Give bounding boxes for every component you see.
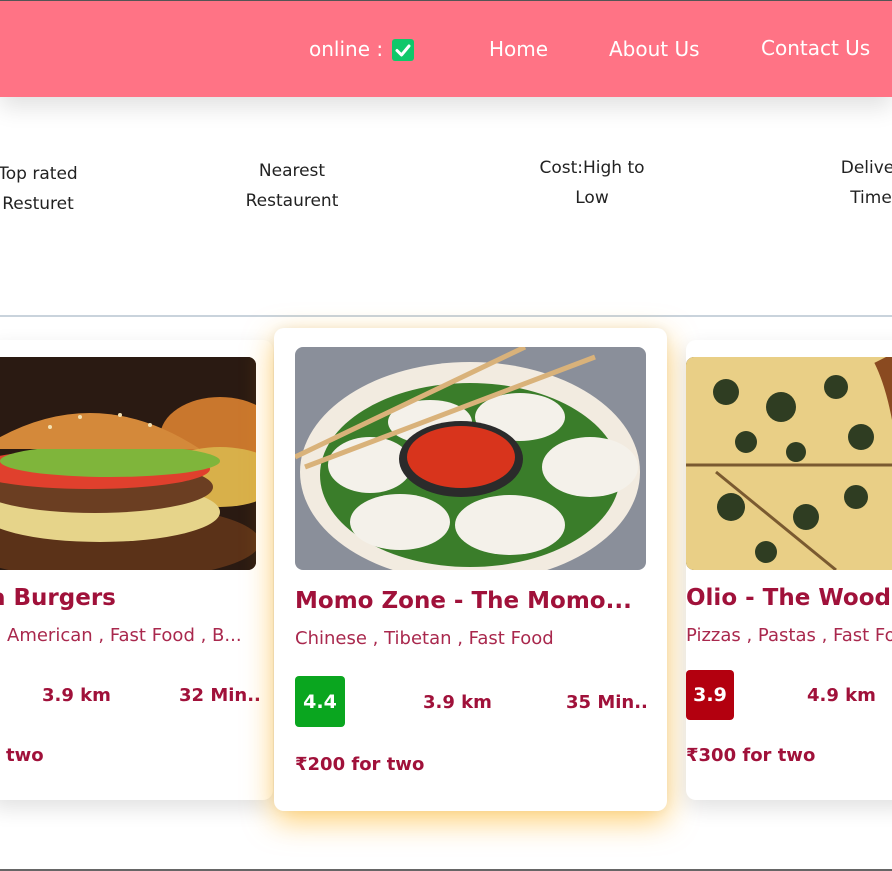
restaurant-cuisine: American , Fast Food , B...: [7, 625, 242, 646]
restaurant-cuisine: Pizzas , Pastas , Fast Fo: [686, 625, 892, 646]
burger-photo: [0, 357, 256, 570]
filter-top-rated[interactable]: Top rated Resturet: [0, 159, 80, 219]
momo-photo: [295, 347, 646, 570]
online-status-label: online :: [309, 37, 384, 61]
restaurant-cost: ₹300 for two: [686, 745, 816, 766]
nav-contact-link[interactable]: Contact Us: [761, 36, 870, 60]
restaurant-cost: ₹200 for two: [295, 754, 425, 775]
top-navbar: online : Home About Us Contact Us: [0, 0, 892, 97]
restaurant-cost: two: [6, 745, 44, 766]
restaurant-name: Olio - The Wood F: [686, 585, 892, 611]
filter-nearest-line1: Nearest: [258, 161, 326, 181]
filter-cost-high-low[interactable]: Cost:High to Low: [533, 153, 651, 213]
restaurant-distance: 3.9 km: [42, 685, 111, 706]
nav-about-link[interactable]: About Us: [609, 37, 700, 61]
rating-badge: 4.4: [295, 676, 345, 727]
filter-delivery-line2: Time: [850, 188, 892, 208]
restaurant-name: a Burgers: [0, 585, 116, 611]
online-checkbox[interactable]: [392, 39, 414, 61]
rating-badge: 3.9: [686, 670, 734, 720]
check-icon: [395, 44, 411, 57]
restaurant-card-olio[interactable]: Olio - The Wood F Pizzas , Pastas , Fast…: [686, 340, 892, 800]
filter-nearest[interactable]: Nearest Restaurent: [242, 156, 342, 216]
restaurant-card-burgers[interactable]: a Burgers American , Fast Food , B... 3.…: [0, 340, 273, 800]
filter-cost-line1: Cost:High to: [539, 158, 645, 178]
restaurant-distance: 4.9 km: [807, 685, 876, 706]
filter-top-rated-line2: Resturet: [2, 194, 74, 214]
restaurant-time: 35 Min..: [566, 692, 648, 713]
filter-top-rated-line1: Top rated: [0, 164, 78, 184]
filter-delivery-line1: Deliver: [840, 158, 892, 178]
filter-cost-line2: Low: [575, 188, 609, 208]
restaurant-cuisine: Chinese , Tibetan , Fast Food: [295, 628, 554, 649]
nav-home-link[interactable]: Home: [489, 37, 548, 61]
restaurant-time: 32 Min..: [179, 685, 261, 706]
restaurant-distance: 3.9 km: [423, 692, 492, 713]
restaurant-card-momo-zone[interactable]: Momo Zone - The Momo... Chinese , Tibeta…: [274, 328, 667, 811]
filter-nearest-line2: Restaurent: [245, 191, 339, 211]
filter-delivery-time[interactable]: Deliver Time: [831, 153, 892, 213]
restaurant-name: Momo Zone - The Momo...: [295, 588, 632, 614]
pizza-photo: [686, 357, 892, 570]
